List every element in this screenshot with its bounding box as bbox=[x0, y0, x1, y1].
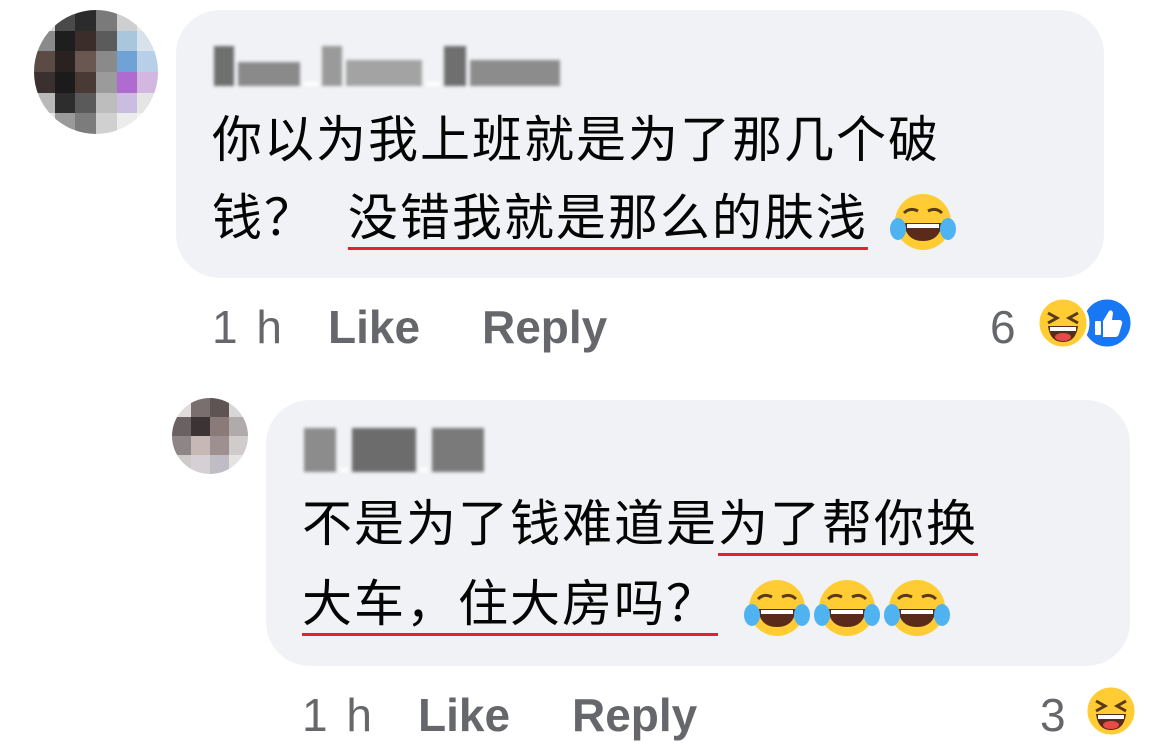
reaction-count[interactable]: 3 bbox=[1040, 688, 1066, 742]
like-button[interactable]: Like bbox=[328, 300, 420, 354]
tears-of-joy-emoji-icon bbox=[813, 579, 880, 636]
timestamp[interactable]: 1 h bbox=[212, 300, 285, 354]
laughing-face-icon bbox=[1084, 684, 1138, 738]
author-name-redacted[interactable] bbox=[214, 42, 560, 86]
tears-of-joy-emoji-icon bbox=[883, 579, 950, 636]
tears-of-joy-emoji-icon bbox=[889, 193, 956, 250]
underlined-text: 大车，住大房吗？ bbox=[302, 575, 718, 633]
comment-text-line-2: 钱？ 没错我就是那么的肤浅 bbox=[212, 188, 956, 255]
reactions[interactable] bbox=[1036, 296, 1136, 352]
tears-of-joy-emoji-icon bbox=[743, 579, 810, 636]
reaction-count[interactable]: 6 bbox=[990, 300, 1016, 354]
like-button[interactable]: Like bbox=[418, 688, 510, 742]
timestamp[interactable]: 1 h bbox=[302, 688, 375, 742]
author-name-redacted[interactable] bbox=[304, 426, 484, 472]
reactions[interactable] bbox=[1084, 684, 1140, 740]
underlined-text: 为了帮你换 bbox=[718, 495, 978, 553]
comment-text: 你以为我上班就是为了那几个破 bbox=[212, 111, 940, 169]
avatar[interactable] bbox=[172, 398, 248, 474]
comment-text: 钱？ bbox=[212, 189, 316, 247]
reply-button[interactable]: Reply bbox=[572, 688, 697, 742]
reply-button[interactable]: Reply bbox=[482, 300, 607, 354]
avatar[interactable] bbox=[34, 10, 158, 134]
laughing-face-icon bbox=[1036, 296, 1090, 350]
comment-text: 不是为了钱难道是 bbox=[302, 495, 718, 553]
comment-text-line-1: 你以为我上班就是为了那几个破 bbox=[212, 110, 940, 170]
comment-text-line-2: 大车，住大房吗？ bbox=[302, 574, 950, 641]
underlined-text: 没错我就是那么的肤浅 bbox=[347, 189, 868, 247]
comment-text-line-1: 不是为了钱难道是为了帮你换 bbox=[302, 494, 978, 554]
